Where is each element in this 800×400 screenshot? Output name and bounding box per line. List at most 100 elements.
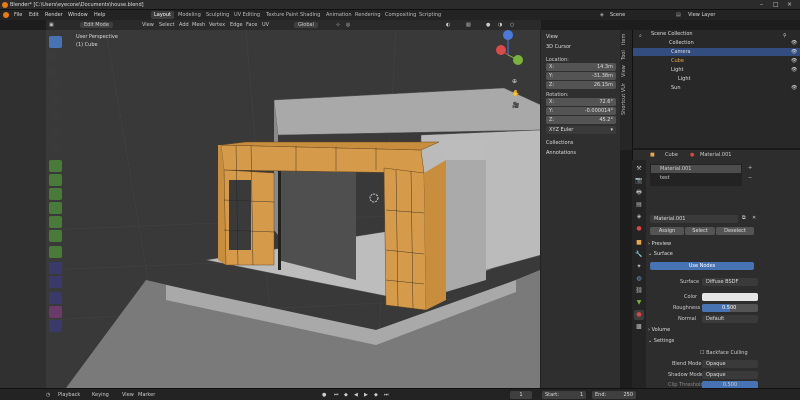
inset-tool[interactable] <box>49 174 62 186</box>
current-frame-field[interactable]: 1 <box>510 391 532 399</box>
knife-tool[interactable] <box>49 216 62 228</box>
tab-layout[interactable]: Layout <box>151 11 174 19</box>
tab-tool[interactable]: Tool <box>621 48 631 62</box>
object-props-icon[interactable]: ■ <box>634 238 644 248</box>
view-layer-props-icon[interactable]: ▤ <box>634 200 644 210</box>
material-slot-2[interactable]: test <box>660 175 670 181</box>
location-x-field[interactable]: X: 14.3m <box>546 63 616 71</box>
play-reverse-icon[interactable]: ◀ <box>354 392 358 398</box>
menu-window[interactable]: Window <box>68 12 88 18</box>
zoom-icon[interactable]: ⊕ <box>512 78 517 85</box>
blend-mode-select[interactable]: Opaque <box>702 360 758 368</box>
menu-render[interactable]: Render <box>45 12 63 18</box>
tab-uv-editing[interactable]: UV Editing <box>231 11 263 19</box>
select-button[interactable]: Select <box>685 227 715 235</box>
tab-compositing[interactable]: Compositing <box>382 11 419 19</box>
xray-icon[interactable]: ▧ <box>466 22 471 28</box>
menu-vertex[interactable]: Vertex <box>209 22 225 28</box>
timeline-view[interactable]: View <box>122 392 134 398</box>
visibility-eye-icon[interactable]: 👁 <box>791 85 797 93</box>
visibility-eye-icon[interactable]: 👁 <box>791 58 797 66</box>
menu-view[interactable]: View <box>142 22 154 28</box>
spin-tool[interactable] <box>49 246 62 258</box>
menu-uv[interactable]: UV <box>262 22 269 28</box>
menu-add[interactable]: Add <box>179 22 189 28</box>
tab-rendering[interactable]: Rendering <box>352 11 384 19</box>
rotate-tool[interactable] <box>49 80 62 92</box>
maximize-icon[interactable]: □ <box>773 1 779 8</box>
particles-props-icon[interactable]: ✦ <box>634 262 644 272</box>
prev-key-icon[interactable]: ◆ <box>344 392 348 398</box>
location-y-field[interactable]: Y: -31.38m <box>546 72 616 80</box>
panel-view-header[interactable]: View <box>546 34 558 40</box>
smooth-tool[interactable] <box>49 262 62 274</box>
proportional-edit-icon[interactable]: ◎ <box>346 22 350 28</box>
menu-edit[interactable]: Edit <box>29 12 39 18</box>
overlay-icon[interactable]: ◐ <box>446 22 450 28</box>
end-frame-field[interactable]: End: 250 <box>592 391 636 399</box>
outliner-light-data[interactable]: Light <box>678 76 690 84</box>
copy-material-icon[interactable]: ⧉ <box>742 215 746 221</box>
render-props-icon[interactable]: 📷 <box>634 176 644 186</box>
tab-view[interactable]: View <box>621 64 631 78</box>
props-object-name[interactable]: Cube <box>665 152 678 158</box>
panel-annotations-header[interactable]: Annotations <box>546 150 576 156</box>
timeline-keying[interactable]: Keying <box>92 392 109 398</box>
visibility-eye-icon[interactable]: 👁 <box>791 67 797 75</box>
mode-select[interactable]: Edit Mode <box>80 22 113 28</box>
panel-collections-header[interactable]: Collections <box>546 140 573 146</box>
pan-icon[interactable]: ✋ <box>512 90 519 97</box>
tab-sculpting[interactable]: Sculpting <box>203 11 232 19</box>
panel-preview-header[interactable]: › Preview <box>648 241 671 247</box>
blender-menu-icon[interactable] <box>3 12 9 18</box>
backface-checkbox[interactable]: ☐ Backface Culling <box>700 350 748 356</box>
measure-tool[interactable] <box>49 142 62 154</box>
rotation-mode-select[interactable]: XYZ Euler ▾ <box>546 126 616 134</box>
outliner-light[interactable]: Light <box>671 67 683 75</box>
move-tool[interactable] <box>49 66 62 78</box>
visibility-eye-icon[interactable]: 👁 <box>791 49 797 57</box>
rotation-y-field[interactable]: Y: -0.000014° <box>546 107 616 115</box>
menu-edge[interactable]: Edge <box>230 22 243 28</box>
use-nodes-button[interactable]: Use Nodes <box>650 262 754 270</box>
menu-select[interactable]: Select <box>159 22 174 28</box>
normal-field[interactable]: Default <box>702 315 758 323</box>
shadow-mode-select[interactable]: Opaque <box>702 371 758 379</box>
remove-slot-icon[interactable]: − <box>748 175 752 181</box>
cursor-tool[interactable] <box>49 50 62 62</box>
record-icon[interactable]: ● <box>322 392 326 398</box>
roughness-slider[interactable]: 0.500 <box>702 304 758 312</box>
select-box-tool[interactable] <box>49 36 62 48</box>
annotate-tool[interactable] <box>49 128 62 140</box>
tab-shortcut-vur[interactable]: Shortcut VUr <box>621 82 631 116</box>
timeline-marker[interactable]: Marker <box>138 392 155 398</box>
location-z-field[interactable]: Z: 26.15m <box>546 81 616 89</box>
tab-modeling[interactable]: Modeling <box>175 11 204 19</box>
outliner-cube[interactable]: Cube <box>671 58 684 66</box>
scale-tool[interactable] <box>49 94 62 106</box>
menu-mesh[interactable]: Mesh <box>192 22 205 28</box>
deselect-button[interactable]: Deselect <box>716 227 754 235</box>
modifier-props-icon[interactable]: 🔧 <box>634 250 644 260</box>
outliner-sun[interactable]: Sun <box>671 85 681 93</box>
scene-name[interactable]: Scene <box>610 12 625 18</box>
outliner-scene-collection[interactable]: Scene Collection <box>651 31 693 39</box>
delete-material-icon[interactable]: ✕ <box>752 215 756 221</box>
loop-cut-tool[interactable] <box>49 202 62 214</box>
props-material-name[interactable]: Material.001 <box>700 152 731 158</box>
tab-scripting[interactable]: Scripting <box>416 11 444 19</box>
color-swatch[interactable] <box>702 293 758 301</box>
minimize-icon[interactable]: – <box>760 1 763 8</box>
timeline-editor-icon[interactable]: ◷ <box>46 392 50 398</box>
transform-tool[interactable] <box>49 108 62 120</box>
poly-build-tool[interactable] <box>49 230 62 242</box>
edge-slide-tool[interactable] <box>49 276 62 288</box>
outliner-camera-row[interactable] <box>633 48 800 56</box>
3d-viewport[interactable]: User Perspective (1) Cube ⊕ ✋ 🎥 <box>46 30 540 388</box>
panel-surface-header[interactable]: ⌄ Surface <box>648 251 673 257</box>
jump-start-icon[interactable]: ⏮ <box>334 392 339 398</box>
shear-tool[interactable] <box>49 306 62 318</box>
start-frame-field[interactable]: Start: 1 <box>542 391 586 399</box>
menu-help[interactable]: Help <box>94 12 105 18</box>
surface-shader-select[interactable]: Diffuse BSDF <box>702 278 758 286</box>
